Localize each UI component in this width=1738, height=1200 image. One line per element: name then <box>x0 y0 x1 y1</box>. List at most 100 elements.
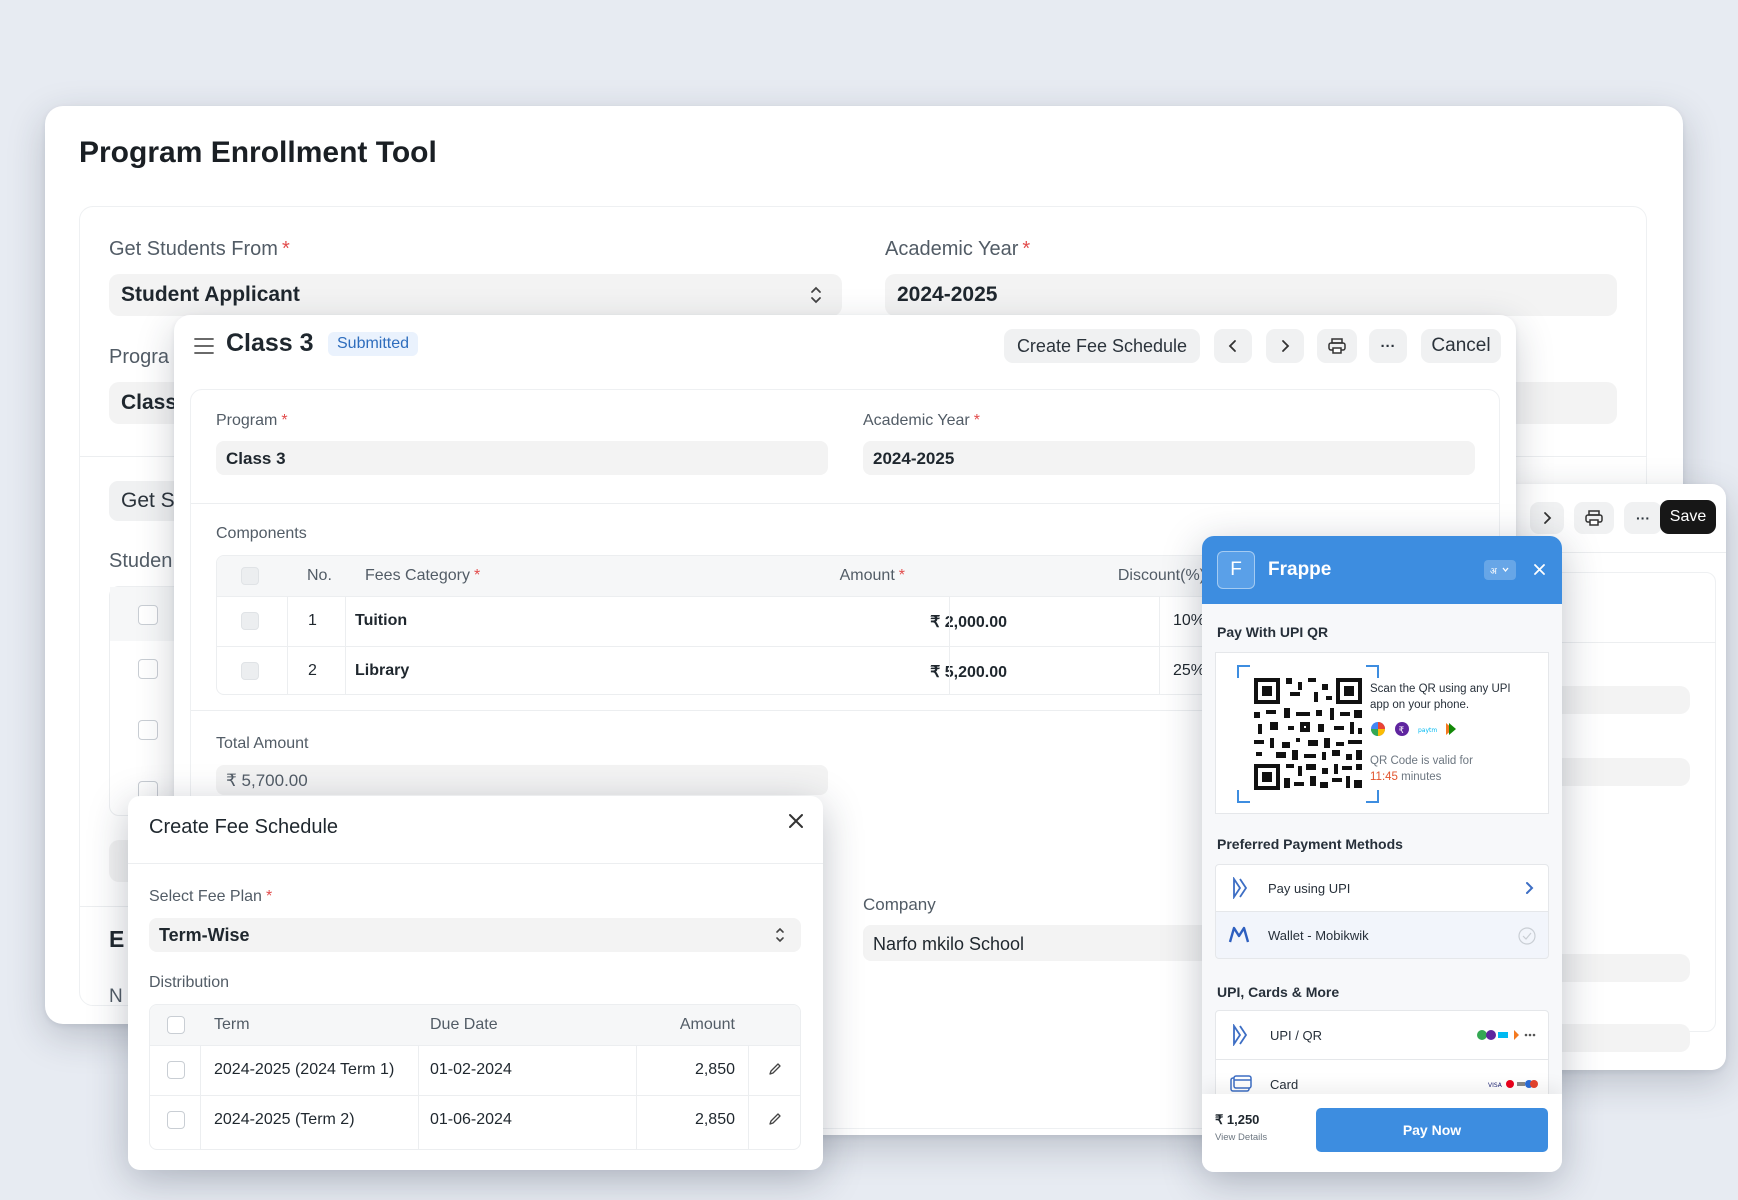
col-header-fees-category: Fees Category * <box>365 567 481 584</box>
row-no: 2 <box>308 662 317 679</box>
components-select-all-checkbox[interactable] <box>241 567 259 585</box>
wallet-label: Wallet - Mobikwik <box>1268 928 1369 943</box>
cancel-button[interactable]: Cancel <box>1421 329 1501 363</box>
upi-qr-option[interactable]: UPI / QR <box>1215 1010 1549 1060</box>
panel-field[interactable] <box>1540 758 1690 786</box>
row-checkbox[interactable] <box>241 662 259 680</box>
col-header-discount: Discount(%) <box>1117 567 1205 584</box>
next-button[interactable] <box>1266 329 1304 363</box>
payment-footer: ₹ 1,250 View Details Pay Now <box>1202 1094 1562 1172</box>
print-button[interactable] <box>1317 329 1357 363</box>
language-select[interactable]: अ <box>1484 560 1516 580</box>
pay-now-button[interactable]: Pay Now <box>1316 1108 1548 1152</box>
company-value: Narfo mkilo School <box>873 934 1025 954</box>
academic-year-value: 2024-2025 <box>897 283 998 306</box>
student-row-checkbox[interactable] <box>138 720 158 740</box>
program-label: Program * <box>216 412 288 429</box>
create-fee-schedule-button[interactable]: Create Fee Schedule <box>1004 329 1200 363</box>
row-category: Tuition <box>355 612 408 629</box>
academic-year-input[interactable]: 2024-2025 <box>863 441 1475 475</box>
row-amount: ₹ 2,000.00 <box>930 614 1007 631</box>
qr-card: Scan the QR using any UPI app on your ph… <box>1215 652 1549 814</box>
company-label: Company <box>863 895 936 914</box>
program-input[interactable]: Class 3 <box>216 441 828 475</box>
previous-button[interactable] <box>1214 329 1252 363</box>
row-term: 2024-2025 (Term 2) <box>214 1111 355 1128</box>
payment-header: F Frappe अ <box>1202 536 1562 604</box>
hamburger-menu-icon[interactable] <box>194 337 214 355</box>
cancel-label: Cancel <box>1431 335 1491 356</box>
create-fee-schedule-modal: Create Fee Schedule Select Fee Plan * Ter… <box>128 796 823 1170</box>
academic-year-value: 2024-2025 <box>873 449 955 468</box>
modal-title: Create Fee Schedule <box>149 816 339 838</box>
panel-field[interactable] <box>1540 954 1690 982</box>
components-label: Components <box>216 525 307 542</box>
document-title: Class 3 <box>226 329 314 357</box>
students-select-all-checkbox[interactable] <box>138 605 158 625</box>
row-checkbox[interactable] <box>167 1061 185 1079</box>
chevron-right-icon <box>1544 512 1552 524</box>
panel-field[interactable] <box>1540 686 1690 714</box>
close-icon[interactable] <box>1534 564 1545 575</box>
printer-icon <box>1585 510 1603 526</box>
academic-year-label: Academic Year * <box>885 238 1031 260</box>
row-amount: 2,850 <box>694 1111 735 1128</box>
print-button[interactable] <box>1574 502 1614 534</box>
col-divider <box>748 1045 749 1149</box>
qr-valid-text: QR Code is valid for 11:45 minutes <box>1370 755 1473 783</box>
program-value: Class 3 <box>226 449 286 468</box>
pay-using-upi-option[interactable]: Pay using UPI <box>1215 864 1549 912</box>
row-term: 2024-2025 (2024 Term 1) <box>214 1061 395 1078</box>
status-badge: Submitted <box>328 332 419 356</box>
upi-logo-icon <box>1233 877 1248 899</box>
distribution-select-all-checkbox[interactable] <box>167 1016 185 1034</box>
row-category: Library <box>355 662 410 679</box>
qr-frame <box>1236 664 1380 804</box>
table-row[interactable]: 2 Library ₹ 5,200.00 25% <box>217 646 1215 694</box>
qr-code-icon <box>1237 665 1379 803</box>
col-divider <box>345 596 346 694</box>
col-header-amount: Amount <box>679 1016 735 1033</box>
col-divider <box>1159 596 1160 694</box>
table-row[interactable]: 2024-2025 (2024 Term 1) 01-02-2024 2,850 <box>150 1045 800 1095</box>
total-amount-input[interactable]: ₹ 5,700.00 <box>216 765 828 795</box>
row-checkbox[interactable] <box>241 612 259 630</box>
next-icon-button[interactable] <box>1530 502 1564 534</box>
close-icon[interactable] <box>787 812 805 830</box>
row-no: 1 <box>308 612 317 629</box>
get-students-from-select[interactable]: Student Applicant <box>109 274 842 316</box>
student-row-checkbox[interactable] <box>138 659 158 679</box>
view-details-link[interactable]: View Details <box>1215 1132 1267 1143</box>
payment-amount: ₹ 1,250 <box>1215 1112 1260 1127</box>
col-header-amount: Amount * <box>839 567 905 584</box>
edit-pencil-icon[interactable] <box>768 1112 782 1126</box>
translate-icon: अ <box>1490 567 1509 575</box>
create-fee-schedule-label: Create Fee Schedule <box>1016 335 1188 356</box>
table-row[interactable]: 1 Tuition ₹ 2,000.00 10% <box>217 596 1215 646</box>
table-row[interactable]: 2024-2025 (Term 2) 01-06-2024 2,850 <box>150 1095 800 1145</box>
col-divider <box>200 1045 201 1149</box>
pay-with-upi-qr-label: Pay With UPI QR <box>1217 624 1329 640</box>
row-discount: 10% <box>1172 612 1205 629</box>
card-icon <box>1230 1075 1252 1092</box>
svg-text:अ: अ <box>1490 567 1498 575</box>
academic-year-input[interactable]: 2024-2025 <box>885 274 1617 316</box>
payment-checkout-widget: F Frappe अ Pay With UPI QR Scan the QR u… <box>1202 536 1562 1172</box>
wallet-mobikwik-option[interactable]: Wallet - Mobikwik <box>1215 911 1549 959</box>
edit-pencil-icon[interactable] <box>768 1062 782 1076</box>
save-button[interactable]: Save <box>1660 500 1716 534</box>
chevron-left-icon <box>1228 340 1236 352</box>
select-fee-plan-select[interactable]: Term-Wise <box>149 918 801 952</box>
panel-field[interactable] <box>1540 1024 1690 1052</box>
select-fee-plan-label: Select Fee Plan * <box>149 888 273 905</box>
components-table: No. Fees Category * Amount * Discount(%) 1… <box>216 555 1216 695</box>
get-students-label: Get S <box>121 489 175 512</box>
section-heading: E <box>109 926 125 952</box>
upi-logo-icon <box>1233 1024 1248 1046</box>
row-checkbox[interactable] <box>167 1111 185 1129</box>
upi-app-icons: ₹ paytm <box>1370 721 1460 737</box>
more-options-button[interactable]: ··· <box>1624 502 1662 534</box>
more-options-button[interactable]: ··· <box>1369 329 1407 363</box>
printer-icon <box>1328 338 1346 354</box>
total-amount-label: Total Amount <box>216 735 309 752</box>
